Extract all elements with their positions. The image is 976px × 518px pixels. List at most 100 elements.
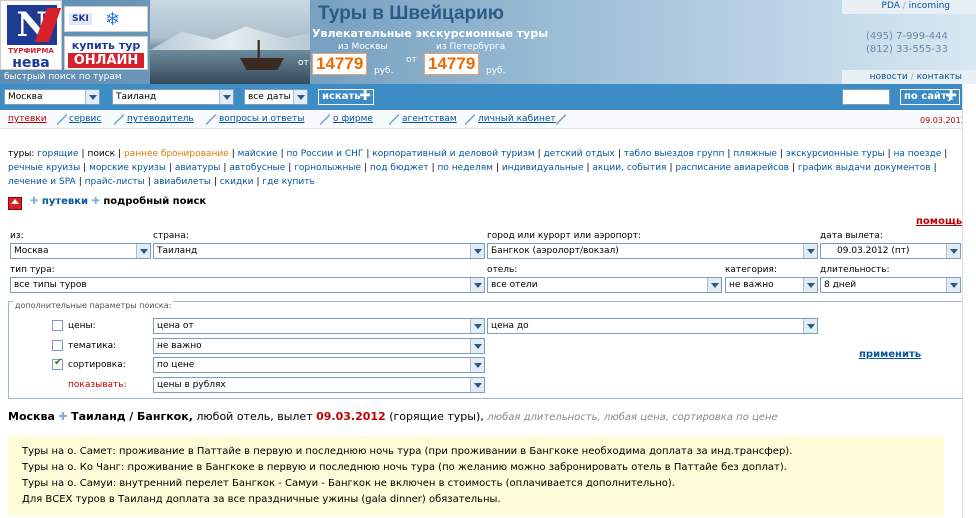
sort-label: сортировка: — [68, 360, 126, 370]
lake-photo — [150, 0, 310, 84]
banner-title[interactable]: Туры в Швейцарию — [318, 3, 504, 25]
tour-train[interactable]: на поезде — [894, 149, 942, 159]
breadcrumb-link[interactable]: путевки — [42, 196, 88, 207]
tour-russia[interactable]: по России и СНГ — [286, 149, 363, 159]
tour-events[interactable]: акции, события — [592, 163, 666, 173]
hotel-select[interactable]: все отели — [487, 277, 722, 293]
country-select-form[interactable]: Таиланд — [153, 243, 485, 259]
tour-tickets[interactable]: авиабилеты — [154, 177, 211, 187]
city-select[interactable]: Москва — [4, 89, 100, 105]
sort-select[interactable]: по цене — [153, 357, 485, 373]
duration-select[interactable]: 8 дней — [820, 277, 961, 293]
site-search-button[interactable]: по сайту ✚ — [900, 89, 960, 105]
from-spb-label: из Петербурга — [436, 42, 506, 52]
chevron-down-icon — [470, 339, 484, 353]
help-link[interactable]: помощь — [916, 216, 962, 227]
menu-faq[interactable]: вопросы и ответы — [219, 114, 304, 124]
date-select[interactable]: 09.03.2012 (пт) — [820, 243, 961, 259]
phone-spb: (812) 33-555-33 — [866, 44, 948, 55]
menu-agents[interactable]: агентствам — [402, 114, 457, 124]
buy-line1: купить тур — [71, 39, 141, 52]
news-link[interactable]: новости — [870, 72, 908, 82]
menu-service[interactable]: сервис — [69, 114, 101, 124]
pda-link[interactable]: PDA — [882, 1, 900, 11]
incoming-link[interactable]: incoming — [909, 1, 950, 11]
tour-schedule[interactable]: расписание авиарейсов — [675, 163, 789, 173]
contacts-link[interactable]: контакты — [917, 72, 962, 82]
chevron-down-icon — [946, 244, 960, 258]
menu-putevki[interactable]: путевки — [8, 114, 47, 124]
tour-may[interactable]: майские — [238, 149, 278, 159]
category-select[interactable]: не важно — [725, 277, 818, 293]
tour-weeks[interactable]: по неделям — [438, 163, 493, 173]
home-icon[interactable] — [8, 197, 22, 210]
tour-search[interactable]: поиск — [87, 149, 115, 159]
result-city: / Бангкок, — [129, 410, 193, 423]
tour-beach[interactable]: пляжные — [733, 149, 777, 159]
search-button[interactable]: искать ✚ — [318, 89, 374, 105]
company-logo[interactable]: N ТУРФИРМА нева — [0, 0, 62, 71]
result-date: 09.03.2012 — [316, 410, 386, 423]
tour-sea[interactable]: морские круизы — [89, 163, 166, 173]
plus-icon: ✚ — [945, 88, 957, 104]
tour-hot[interactable]: горящие — [37, 149, 78, 159]
chevron-down-icon — [136, 244, 150, 258]
buy-online-banner[interactable]: купить тур ОНЛАЙН — [64, 36, 148, 70]
tour-prices[interactable]: прайс-листы — [85, 177, 145, 187]
menu-cabinet[interactable]: личный кабинет — [478, 114, 556, 124]
note-line: Туры на о. Самуи: внутренний перелет Бан… — [22, 478, 675, 489]
site-search-input[interactable] — [842, 89, 890, 105]
price-to-select[interactable]: цена до — [487, 318, 818, 334]
tour-excursion[interactable]: экскурсионные туры — [786, 149, 885, 159]
tour-early[interactable]: раннее бронирование — [124, 149, 229, 159]
tour-corporate[interactable]: корпоративный и деловой туризм — [372, 149, 534, 159]
menu-about[interactable]: о фирме — [333, 114, 373, 124]
bottom-links: новости / контакты — [842, 70, 976, 84]
tour-where-buy[interactable]: где купить — [262, 177, 314, 187]
price-checkbox[interactable] — [52, 320, 63, 331]
price-spb[interactable]: 14779 — [424, 53, 480, 75]
sort-checkbox[interactable] — [52, 357, 63, 370]
tour-avia[interactable]: авиатуры — [175, 163, 221, 173]
price-from-select[interactable]: цена от — [153, 318, 485, 334]
tour-kids[interactable]: детский отдых — [544, 149, 615, 159]
apply-link[interactable]: применить — [859, 349, 921, 360]
type-select[interactable]: все типы туров — [10, 277, 485, 293]
country-select[interactable]: Таиланд — [112, 89, 234, 105]
price-label: цены: — [68, 321, 96, 331]
menu-guide[interactable]: путеводитель — [127, 114, 194, 124]
logo-caption: ТУРФИРМА — [8, 47, 54, 55]
dates-select[interactable]: все даты — [244, 89, 308, 105]
tour-individual[interactable]: индивидуальные — [502, 163, 584, 173]
current-date: 09.03.2012 — [920, 116, 966, 125]
theme-label: тематика: — [68, 341, 117, 351]
show-select[interactable]: цены в рублях — [153, 377, 485, 393]
tour-river[interactable]: речные круизы — [8, 163, 80, 173]
tour-spa[interactable]: лечение и SPA — [8, 177, 76, 187]
scrollbar[interactable] — [962, 84, 976, 518]
price-moscow[interactable]: 14779 — [312, 53, 368, 75]
tour-bus[interactable]: автобусные — [229, 163, 285, 173]
phones: (495) 7-999-444 (812) 33-555-33 — [866, 30, 948, 56]
chevron-down-icon — [470, 319, 484, 333]
tour-ski[interactable]: горнолыжные — [294, 163, 361, 173]
rub-label-spb: руб. — [486, 66, 506, 76]
result-summary: Москва ✚ Таиланд / Бангкок, любой отель,… — [8, 410, 778, 423]
theme-checkbox[interactable] — [52, 340, 63, 351]
rub-label-msk: руб. — [374, 66, 394, 76]
tour-budget[interactable]: под бюджет — [370, 163, 429, 173]
plus-icon: ✚ — [359, 88, 371, 104]
tour-groups[interactable]: табло выездов групп — [624, 149, 725, 159]
breadcrumb-current: подробный поиск — [103, 196, 207, 207]
city-select-form[interactable]: Бангкок (аэролорт/вокзал) — [487, 243, 818, 259]
from-label-spb: от — [406, 55, 417, 65]
ski-banner[interactable]: SKI ❄ — [64, 6, 148, 32]
header: N ТУРФИРМА нева SKI ❄ купить тур ОНЛАЙН … — [0, 0, 976, 84]
chevron-down-icon — [85, 90, 99, 104]
tour-documents[interactable]: график выдачи документов — [798, 163, 931, 173]
tour-discounts[interactable]: скидки — [220, 177, 254, 187]
from-select[interactable]: Москва — [10, 243, 151, 259]
from-label-msk: от — [298, 58, 309, 68]
main-menu: путевки сервис путеводитель вопросы и от… — [0, 111, 976, 129]
theme-select[interactable]: не важно — [153, 338, 485, 354]
